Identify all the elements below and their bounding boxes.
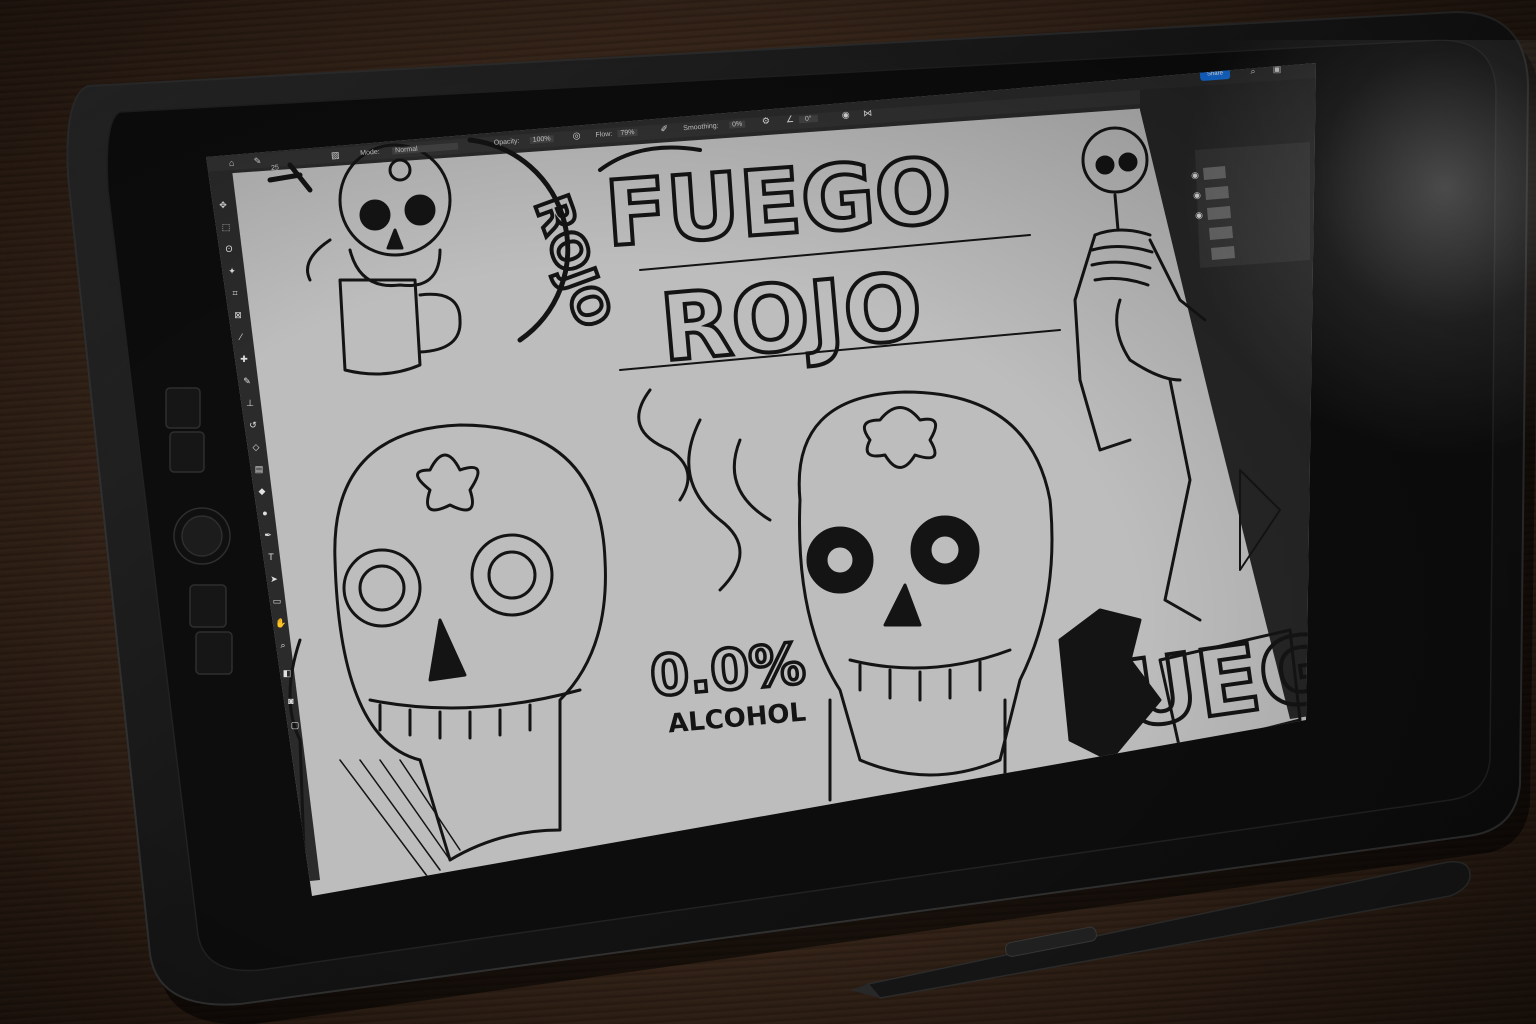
eraser-icon[interactable]: ◇ — [251, 442, 261, 452]
magic-wand-icon[interactable]: ✦ — [227, 266, 237, 276]
eyedropper-icon[interactable]: ⁄ — [236, 332, 246, 342]
tablet-scene: FUEGO ROJO ROJO 0.0% ALCOHOL FUEGO ⌂ ✎ 2… — [0, 0, 1536, 1024]
quick-mask-icon[interactable]: ◙ — [286, 696, 296, 706]
layer-visibility-icon[interactable]: ◉ — [1192, 190, 1202, 200]
color-swatches-icon[interactable]: ◧ — [282, 668, 292, 678]
zoom-tool-icon[interactable]: ⌕ — [278, 640, 288, 650]
stamp-tool-icon[interactable]: ⊥ — [245, 398, 255, 408]
frame-tool-icon[interactable]: ⊠ — [233, 310, 243, 320]
type-tool-icon[interactable]: T — [266, 552, 276, 562]
healing-brush-icon[interactable]: ✚ — [239, 354, 249, 364]
brush-icon[interactable]: ✎ — [242, 376, 252, 386]
gradient-tool-icon[interactable]: ▤ — [254, 464, 264, 474]
move-tool-icon[interactable]: ✥ — [218, 200, 228, 210]
crop-tool-icon[interactable]: ⌗ — [230, 288, 240, 298]
blur-tool-icon[interactable]: ◆ — [257, 486, 267, 496]
hand-tool-icon[interactable]: ✋ — [275, 618, 286, 628]
screen-mode-icon[interactable]: ▢ — [290, 720, 300, 730]
dodge-tool-icon[interactable]: ● — [260, 508, 270, 518]
shape-tool-icon[interactable]: ▭ — [272, 596, 282, 606]
history-brush-icon[interactable]: ↺ — [248, 420, 258, 430]
path-select-icon[interactable]: ➤ — [269, 574, 279, 584]
marquee-tool-icon[interactable]: ⬚ — [221, 222, 231, 232]
layer-visibility-icon[interactable]: ◉ — [1190, 170, 1200, 180]
lasso-tool-icon[interactable]: ʘ — [224, 244, 234, 254]
layer-visibility-icon[interactable]: ◉ — [1194, 210, 1204, 220]
pen-tool-icon[interactable]: ✒ — [263, 530, 273, 540]
